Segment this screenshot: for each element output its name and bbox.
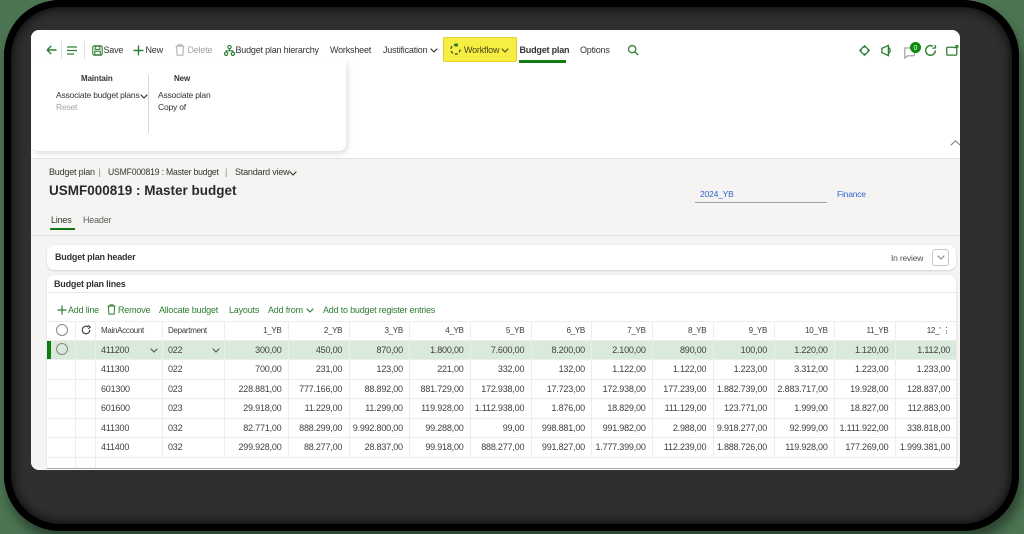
svg-text:0: 0	[914, 45, 918, 52]
